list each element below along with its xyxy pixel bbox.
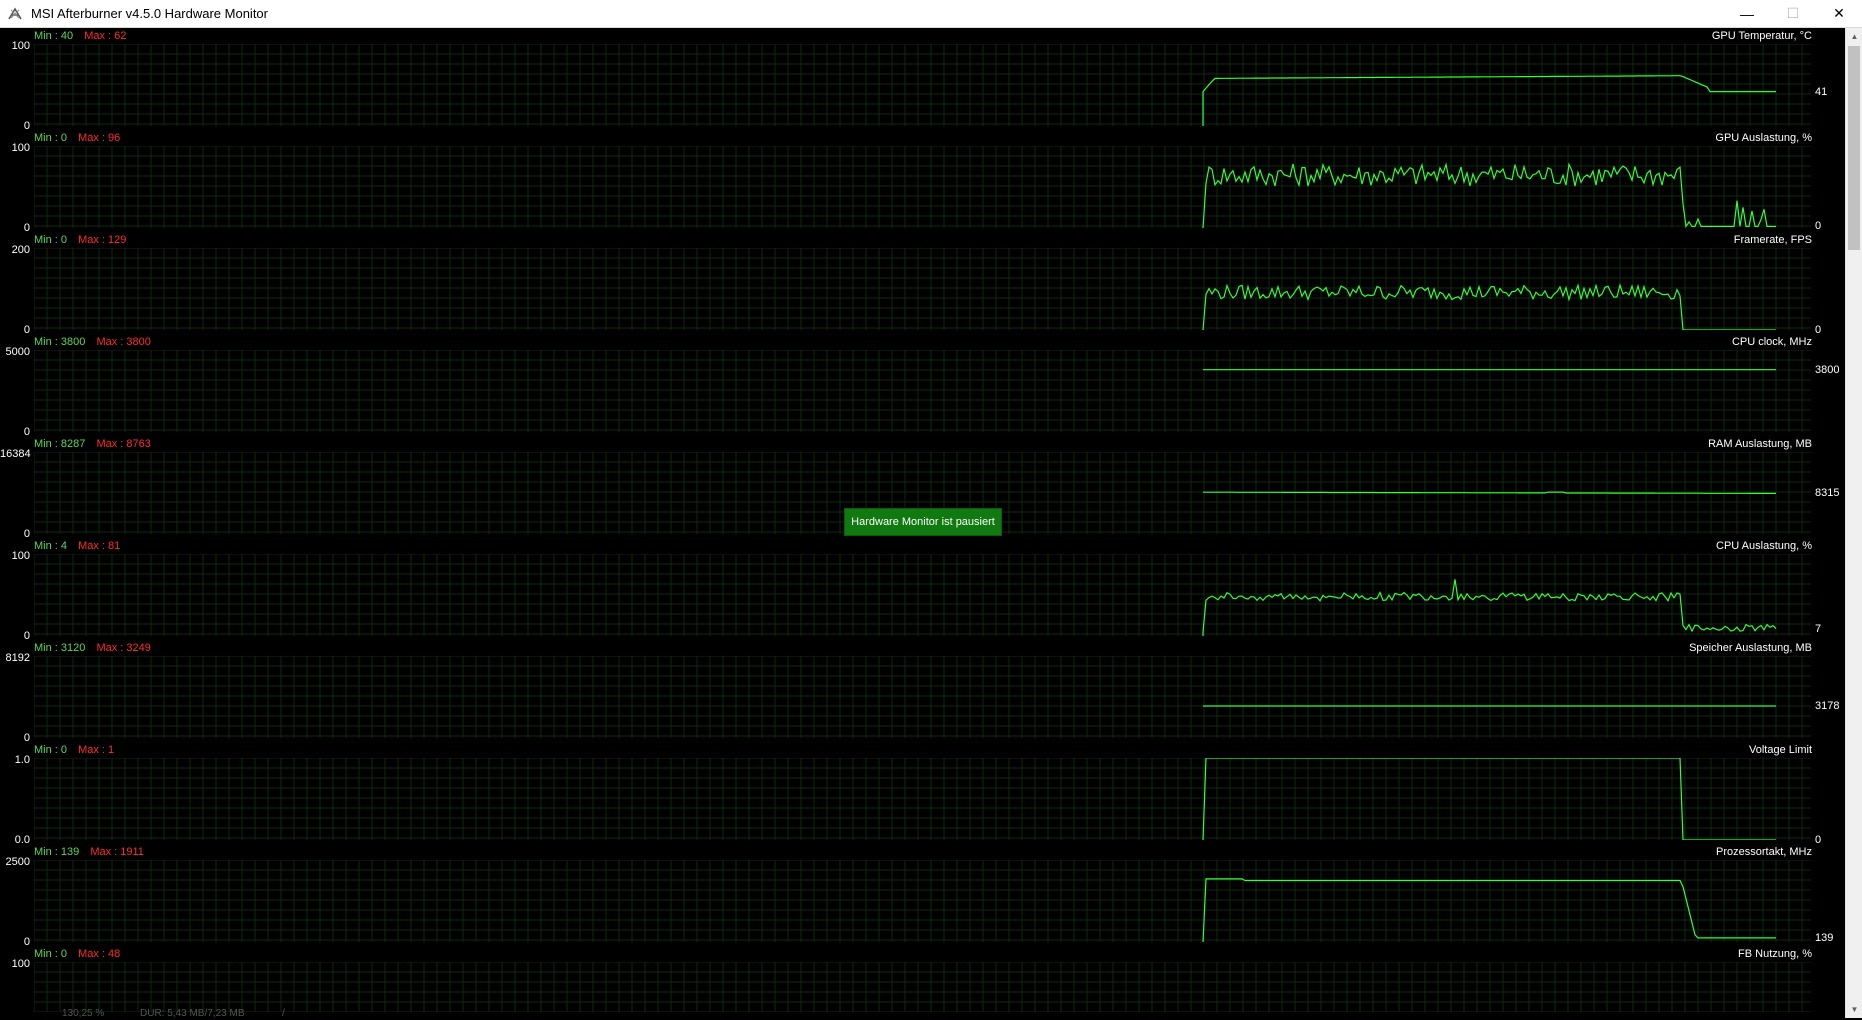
- graph-min-value: Min : 8287: [34, 438, 86, 450]
- graph-min-max: Min : 4 Max : 81: [34, 540, 120, 552]
- graph-panel[interactable]: 100 0 Min : 4 Max : 81 CPU Auslastung, %…: [0, 538, 1845, 642]
- graph-min-value: Min : 0: [34, 234, 68, 246]
- graph-min-max: Min : 40 Max : 62: [34, 30, 126, 42]
- graph-min-max: Min : 3800 Max : 3800: [34, 336, 151, 348]
- graph-plot[interactable]: [34, 962, 1811, 1018]
- bottom-status-text: DUR: 5,43 MB/7,23 MB: [140, 1008, 245, 1019]
- graph-y-max-label: 100: [11, 40, 30, 52]
- scrollbar-thumb[interactable]: [1848, 46, 1860, 250]
- graph-max-value: Max : 96: [78, 132, 121, 144]
- graph-min-max: Min : 8287 Max : 8763: [34, 438, 151, 450]
- bottom-status-strip: 130,25 % DUR: 5,43 MB/7,23 MB /: [0, 1008, 1845, 1020]
- minimize-button[interactable]: —: [1724, 0, 1770, 28]
- graph-y-max-label: 100: [11, 142, 30, 154]
- vertical-scrollbar[interactable]: ▲ ▼: [1845, 28, 1862, 1018]
- close-button[interactable]: ✕: [1816, 0, 1862, 28]
- graph-title: Framerate, FPS: [1733, 234, 1812, 246]
- graph-plot[interactable]: [34, 248, 1811, 330]
- graph-plot[interactable]: [34, 656, 1811, 738]
- graph-min-value: Min : 3800: [34, 336, 86, 348]
- graph-max-value: Max : 81: [78, 540, 121, 552]
- graph-panel[interactable]: 100 Min : 0 Max : 48 FB Nutzung, %: [0, 946, 1845, 1018]
- graph-min-max: Min : 0 Max : 48: [34, 948, 120, 960]
- paused-indicator: Hardware Monitor ist pausiert: [844, 508, 1002, 536]
- graph-max-value: Max : 62: [84, 30, 127, 42]
- graph-min-value: Min : 0: [34, 744, 68, 756]
- graph-min-max: Min : 139 Max : 1911: [34, 846, 144, 858]
- bottom-status-text: /: [282, 1008, 285, 1019]
- graph-min-value: Min : 40: [34, 30, 74, 42]
- graph-panel[interactable]: 100 0 Min : 0 Max : 96 GPU Auslastung, %…: [0, 130, 1845, 234]
- graph-title: CPU clock, MHz: [1731, 336, 1812, 348]
- graph-min-max: Min : 3120 Max : 3249: [34, 642, 151, 654]
- graph-y-max-label: 100: [11, 550, 30, 562]
- title-bar: MSI Afterburner v4.5.0 Hardware Monitor …: [0, 0, 1862, 28]
- graph-plot[interactable]: [34, 758, 1811, 840]
- graph-min-value: Min : 3120: [34, 642, 86, 654]
- graph-max-value: Max : 3800: [96, 336, 151, 348]
- graph-panel[interactable]: 1.0 0.0 Min : 0 Max : 1 Voltage Limit 0: [0, 742, 1845, 846]
- graph-current-value: 8315: [1815, 487, 1840, 499]
- graph-y-max-label: 16384: [0, 448, 31, 460]
- graph-min-max: Min : 0 Max : 129: [34, 234, 126, 246]
- graph-min-value: Min : 0: [34, 132, 68, 144]
- graph-max-value: Max : 1: [78, 744, 115, 756]
- graph-current-value: 139: [1815, 932, 1834, 944]
- graph-title: CPU Auslastung, %: [1716, 540, 1812, 552]
- graph-min-value: Min : 4: [34, 540, 68, 552]
- scroll-down-icon[interactable]: ▼: [1846, 1001, 1862, 1018]
- graph-max-value: Max : 3249: [96, 642, 151, 654]
- graph-title: FB Nutzung, %: [1738, 948, 1812, 960]
- graph-current-value: 41: [1815, 86, 1828, 98]
- graph-current-value: 7: [1815, 623, 1822, 635]
- graph-panel[interactable]: 100 0 Min : 40 Max : 62 GPU Temperatur, …: [0, 28, 1845, 132]
- scroll-up-icon[interactable]: ▲: [1846, 28, 1862, 45]
- graph-panel[interactable]: 8192 0 Min : 3120 Max : 3249 Speicher Au…: [0, 640, 1845, 744]
- graph-panel[interactable]: 2500 0 Min : 139 Max : 1911 Prozessortak…: [0, 844, 1845, 948]
- graph-max-value: Max : 8763: [96, 438, 151, 450]
- graph-plot[interactable]: [34, 350, 1811, 432]
- graph-max-value: Max : 129: [78, 234, 127, 246]
- graph-plot[interactable]: [34, 44, 1811, 126]
- graph-max-value: Max : 48: [78, 948, 121, 960]
- graph-title: Voltage Limit: [1749, 744, 1812, 756]
- graph-plot[interactable]: [34, 860, 1811, 942]
- graph-title: RAM Auslastung, MB: [1708, 438, 1812, 450]
- graph-title: GPU Auslastung, %: [1715, 132, 1812, 144]
- window-controls: — ☐ ✕: [1724, 0, 1862, 28]
- graph-max-value: Max : 1911: [90, 846, 144, 858]
- graph-y-max-label: 200: [11, 244, 30, 256]
- graph-current-value: 3178: [1815, 700, 1840, 712]
- graph-y-max-label: 8192: [5, 652, 30, 664]
- graph-current-value: 3800: [1815, 364, 1840, 376]
- graph-y-max-label: 1.0: [14, 754, 30, 766]
- graph-y-max-label: 2500: [5, 856, 30, 868]
- graph-plot[interactable]: [34, 146, 1811, 228]
- window-title: MSI Afterburner v4.5.0 Hardware Monitor: [31, 6, 268, 21]
- afterburner-app-icon[interactable]: [0, 0, 30, 28]
- graph-y-max-label: 100: [11, 958, 30, 970]
- maximize-button[interactable]: ☐: [1770, 0, 1816, 28]
- bottom-status-text: 130,25 %: [62, 1008, 105, 1019]
- graph-panel[interactable]: 5000 0 Min : 3800 Max : 3800 CPU clock, …: [0, 334, 1845, 438]
- graph-title: Prozessortakt, MHz: [1716, 846, 1812, 858]
- graph-title: GPU Temperatur, °C: [1711, 30, 1812, 42]
- graph-min-max: Min : 0 Max : 96: [34, 132, 120, 144]
- graph-plot[interactable]: [34, 554, 1811, 636]
- graph-min-value: Min : 139: [34, 846, 80, 858]
- graph-current-value: 0: [1815, 220, 1822, 232]
- graph-min-max: Min : 0 Max : 1: [34, 744, 114, 756]
- graph-min-value: Min : 0: [34, 948, 68, 960]
- graph-y-max-label: 5000: [5, 346, 30, 358]
- graph-panel[interactable]: 200 0 Min : 0 Max : 129 Framerate, FPS 0: [0, 232, 1845, 336]
- graph-title: Speicher Auslastung, MB: [1689, 642, 1812, 654]
